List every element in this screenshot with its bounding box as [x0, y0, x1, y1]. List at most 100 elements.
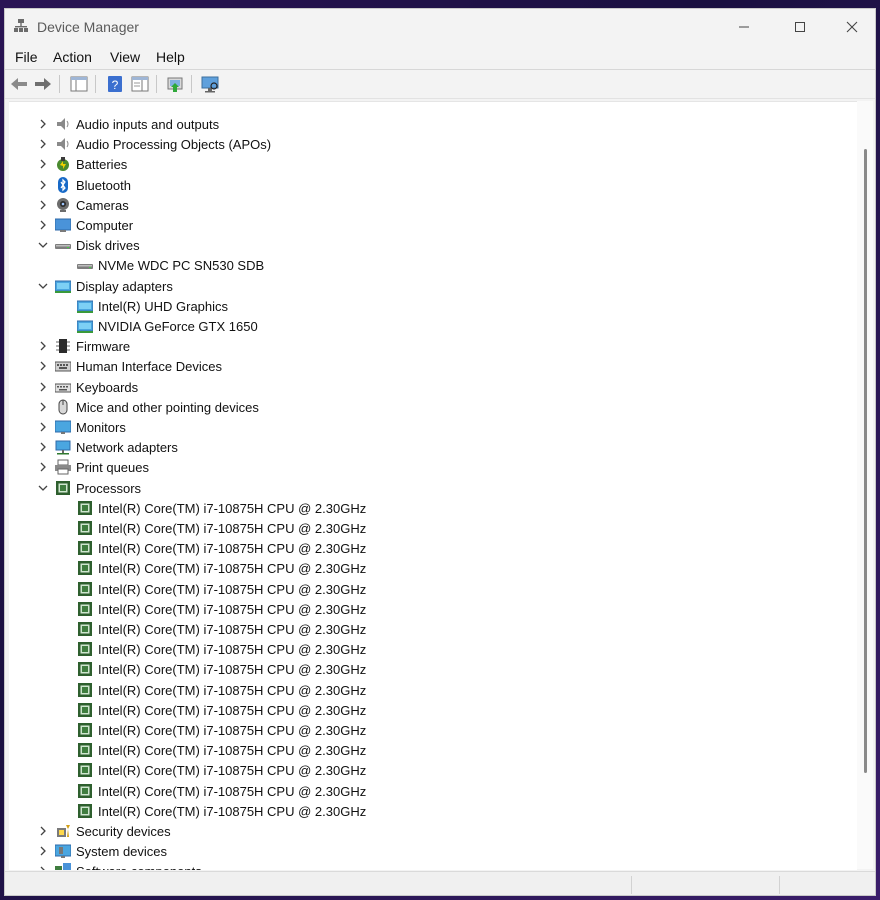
chevron-right-icon[interactable]	[37, 461, 49, 473]
tree-device[interactable]: Intel(R) Core(TM) i7-10875H CPU @ 2.30GH…	[9, 680, 829, 700]
tree-device[interactable]: Intel(R) Core(TM) i7-10875H CPU @ 2.30GH…	[9, 579, 829, 599]
toolbar-separator	[95, 75, 96, 93]
device-tree[interactable]: Audio inputs and outputs Audio Processing…	[9, 101, 857, 870]
menu-help[interactable]: Help	[156, 49, 185, 65]
tree-device[interactable]: NVMe WDC PC SN530 SDB	[9, 255, 829, 275]
back-button[interactable]	[9, 74, 29, 94]
tree-device[interactable]: Intel(R) UHD Graphics	[9, 296, 829, 316]
chevron-right-icon[interactable]	[37, 381, 49, 393]
tree-category[interactable]: Monitors	[9, 417, 829, 437]
tree-device[interactable]: Intel(R) Core(TM) i7-10875H CPU @ 2.30GH…	[9, 619, 829, 639]
tree-category[interactable]: Firmware	[9, 336, 829, 356]
tree-category[interactable]: Network adapters	[9, 437, 829, 457]
processor-icon	[77, 500, 93, 516]
scan-hardware-button[interactable]	[200, 74, 220, 94]
tree-device[interactable]: Intel(R) Core(TM) i7-10875H CPU @ 2.30GH…	[9, 720, 829, 740]
chevron-down-icon[interactable]	[37, 239, 49, 251]
menu-bar: File Action View Help	[5, 45, 875, 69]
close-button[interactable]	[829, 9, 875, 45]
maximize-icon	[795, 22, 805, 32]
tree-category[interactable]: Batteries	[9, 154, 829, 174]
tree-category[interactable]: Disk drives	[9, 235, 829, 255]
tree-item-label: Intel(R) Core(TM) i7-10875H CPU @ 2.30GH…	[98, 662, 367, 678]
maximize-button[interactable]	[777, 9, 823, 45]
menu-file[interactable]: File	[15, 49, 38, 65]
back-icon	[11, 78, 27, 90]
vertical-scrollbar[interactable]	[857, 101, 873, 869]
tree-device[interactable]: Intel(R) Core(TM) i7-10875H CPU @ 2.30GH…	[9, 781, 829, 801]
chevron-right-icon[interactable]	[37, 845, 49, 857]
tree-category[interactable]: Display adapters	[9, 276, 829, 296]
chevron-right-icon[interactable]	[37, 865, 49, 870]
tree-device[interactable]: Intel(R) Core(TM) i7-10875H CPU @ 2.30GH…	[9, 760, 829, 780]
tree-item-label: Computer	[76, 218, 134, 233]
tree-device[interactable]: Intel(R) Core(TM) i7-10875H CPU @ 2.30GH…	[9, 659, 829, 679]
tree-device[interactable]: Intel(R) Core(TM) i7-10875H CPU @ 2.30GH…	[9, 599, 829, 619]
help-button[interactable]: ?	[105, 74, 125, 94]
tree-device[interactable]: Intel(R) Core(TM) i7-10875H CPU @ 2.30GH…	[9, 538, 829, 558]
tree-category[interactable]: Audio Processing Objects (APOs)	[9, 134, 829, 154]
status-divider	[631, 876, 632, 894]
tree-item-label: NVIDIA GeForce GTX 1650	[98, 319, 258, 334]
chevron-right-icon[interactable]	[37, 118, 49, 130]
tree-device[interactable]: Intel(R) Core(TM) i7-10875H CPU @ 2.30GH…	[9, 801, 829, 821]
minimize-button[interactable]	[721, 9, 767, 45]
bluetooth-icon	[55, 176, 71, 193]
tree-category[interactable]: Computer	[9, 215, 829, 235]
network-adapter-icon	[55, 439, 71, 455]
update-driver-icon	[167, 77, 183, 92]
tree-category[interactable]: Security devices	[9, 821, 829, 841]
tree-device[interactable]: Intel(R) Core(TM) i7-10875H CPU @ 2.30GH…	[9, 518, 829, 538]
firmware-icon	[55, 338, 71, 354]
tree-item-label: Intel(R) Core(TM) i7-10875H CPU @ 2.30GH…	[98, 500, 367, 516]
scrollbar-thumb[interactable]	[864, 149, 867, 773]
tree-category[interactable]: System devices	[9, 841, 829, 861]
chevron-right-icon[interactable]	[37, 421, 49, 433]
forward-icon	[35, 78, 51, 90]
toolbar-separator	[156, 75, 157, 93]
chevron-right-icon[interactable]	[37, 360, 49, 372]
tree-category[interactable]: Keyboards	[9, 377, 829, 397]
tree-category[interactable]: Software components	[9, 861, 829, 870]
chevron-right-icon[interactable]	[37, 199, 49, 211]
show-hide-tree-button[interactable]	[69, 74, 89, 94]
tree-item-label: Intel(R) Core(TM) i7-10875H CPU @ 2.30GH…	[98, 702, 367, 718]
tree-category[interactable]: Audio inputs and outputs	[9, 114, 829, 134]
update-driver-button[interactable]	[165, 74, 185, 94]
title-bar[interactable]: Device Manager	[5, 9, 875, 45]
chevron-right-icon[interactable]	[37, 401, 49, 413]
chevron-right-icon[interactable]	[37, 340, 49, 352]
menu-action[interactable]: Action	[53, 49, 92, 65]
forward-button[interactable]	[33, 74, 53, 94]
tree-item-label: Intel(R) Core(TM) i7-10875H CPU @ 2.30GH…	[98, 561, 367, 577]
chevron-down-icon[interactable]	[37, 482, 49, 494]
chevron-right-icon[interactable]	[37, 219, 49, 231]
chevron-right-icon[interactable]	[37, 441, 49, 453]
tree-category[interactable]: Mice and other pointing devices	[9, 397, 829, 417]
tree-item-label: System devices	[76, 844, 168, 860]
tree-device[interactable]: Intel(R) Core(TM) i7-10875H CPU @ 2.30GH…	[9, 740, 829, 760]
tree-category[interactable]: Print queues	[9, 457, 829, 477]
properties-button[interactable]	[130, 74, 150, 94]
help-icon: ?	[108, 76, 122, 92]
tree-device[interactable]: Intel(R) Core(TM) i7-10875H CPU @ 2.30GH…	[9, 639, 829, 659]
keyboard-icon	[54, 379, 72, 395]
tree-device[interactable]: Intel(R) Core(TM) i7-10875H CPU @ 2.30GH…	[9, 700, 829, 720]
chevron-right-icon[interactable]	[37, 179, 49, 191]
tree-device[interactable]: Intel(R) Core(TM) i7-10875H CPU @ 2.30GH…	[9, 558, 829, 578]
chevron-right-icon[interactable]	[37, 825, 49, 837]
tree-category[interactable]: Bluetooth	[9, 175, 829, 195]
menu-view[interactable]: View	[110, 49, 140, 65]
chevron-right-icon[interactable]	[37, 158, 49, 170]
status-divider	[779, 876, 780, 894]
toolbar: ?	[5, 70, 875, 99]
processor-icon	[77, 722, 93, 738]
tree-category[interactable]: Cameras	[9, 195, 829, 215]
tree-category[interactable]: Human Interface Devices	[9, 356, 829, 376]
tree-device[interactable]: NVIDIA GeForce GTX 1650	[9, 316, 829, 336]
tree-category[interactable]: Processors	[9, 478, 829, 498]
chevron-down-icon[interactable]	[37, 280, 49, 292]
chevron-right-icon[interactable]	[37, 138, 49, 150]
tree-device[interactable]: Intel(R) Core(TM) i7-10875H CPU @ 2.30GH…	[9, 498, 829, 518]
processor-icon	[77, 661, 93, 677]
